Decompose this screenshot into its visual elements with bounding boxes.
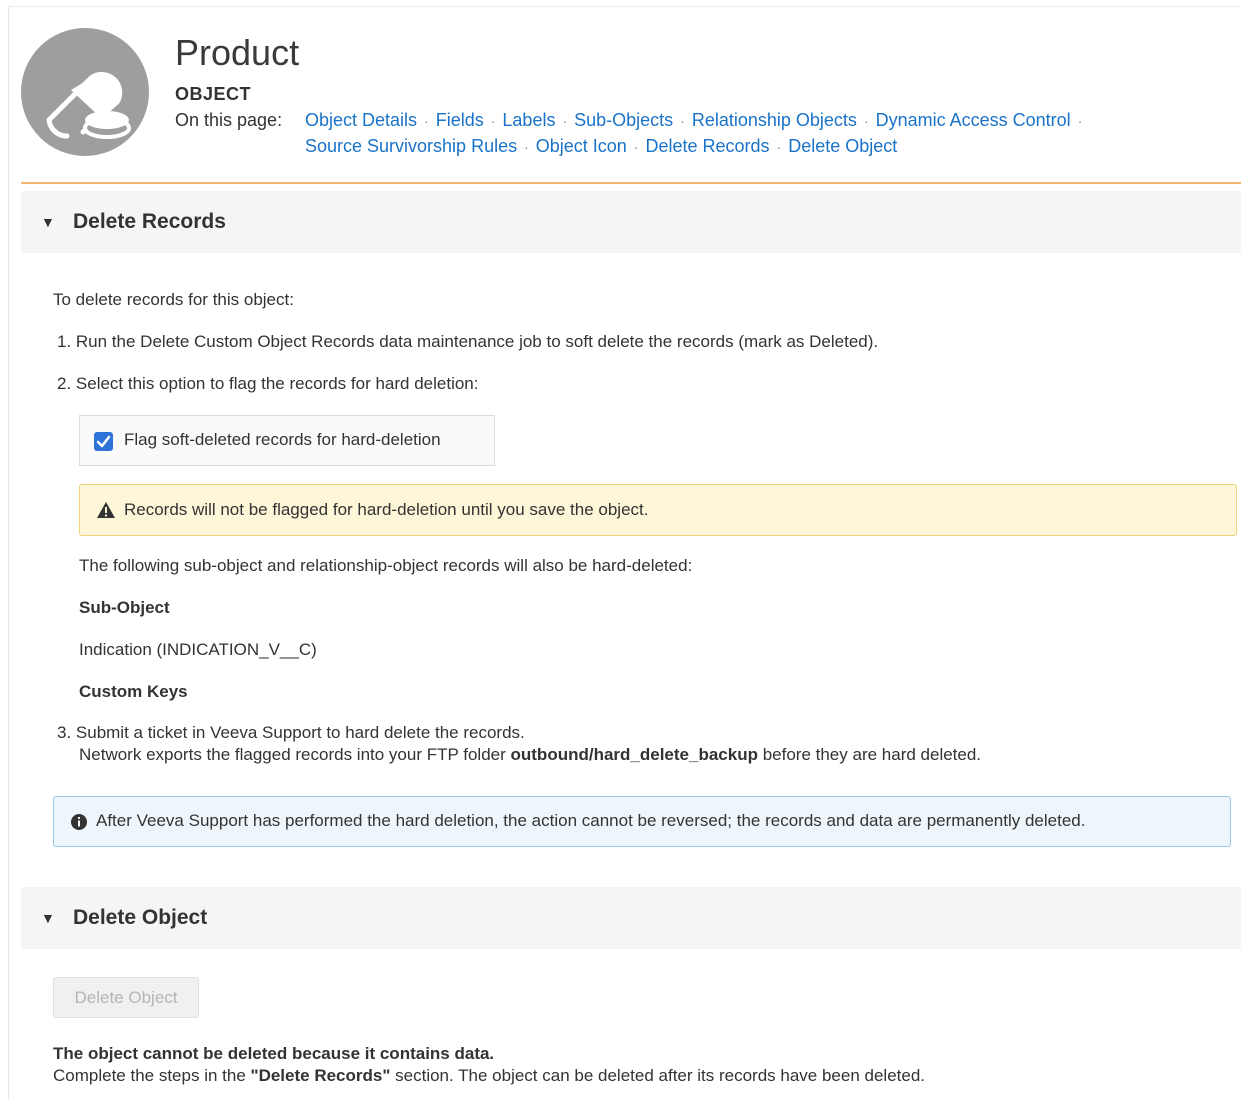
link-separator: · [1077,113,1083,129]
warning-icon [97,502,115,518]
step-3-detail-post: before they are hard deleted. [757,745,982,764]
section-title: Delete Object [73,906,208,929]
delete-error-message-pre: Complete the steps in the [53,1066,251,1085]
delete-object-section-header[interactable]: ▼ Delete Object [21,887,1241,949]
flag-hard-delete-checkbox[interactable] [94,432,113,451]
checkbox-label: Flag soft-deleted records for hard-delet… [124,430,441,449]
step-3-detail-pre: Network exports the flagged records into… [79,745,511,764]
link-separator: · [680,113,685,129]
link-separator: · [562,113,568,129]
info-icon [71,814,87,830]
subobject-heading: Sub-Object [79,598,170,617]
delete-records-section-header[interactable]: ▼ Delete Records [21,191,1241,253]
link-separator: · [490,113,496,129]
on-this-page-label: On this page: [175,110,283,130]
intro-text: To delete records for this object: [53,290,294,309]
warning-text: Records will not be flagged for hard-del… [124,500,649,519]
page-title: Product [175,32,300,73]
delete-records-reference: "Delete Records" [250,1066,391,1085]
link-labels[interactable]: Labels [502,110,555,130]
delete-error-title: The object cannot be deleted because it … [53,1044,495,1063]
link-dynamic-access-control[interactable]: Dynamic Access Control [876,110,1071,130]
subobject-value: Indication (INDICATION_V__C) [79,640,317,659]
delete-object-button[interactable]: Delete Object [53,977,199,1018]
link-object-icon[interactable]: Object Icon [536,136,627,156]
on-this-page-links: Object Details · Fields · Labels · Sub-Objects… [305,108,1185,160]
link-separator: · [863,113,869,129]
warning-alert: Records will not be flagged for hard-del… [79,484,1237,536]
triangle-down-icon: ▼ [41,214,55,230]
link-separator: · [776,139,782,155]
triangle-down-icon: ▼ [41,910,55,926]
link-object-details[interactable]: Object Details [305,110,417,130]
custom-keys-heading: Custom Keys [79,682,188,701]
link-separator: · [424,113,429,129]
link-separator: · [633,139,639,155]
delete-error-message-post: section. The object can be deleted after… [390,1066,926,1085]
pill-icon [21,28,149,156]
ftp-folder-name: outbound/hard_delete_backup [510,745,758,764]
link-fields[interactable]: Fields [436,110,484,130]
hard-delete-option: Flag soft-deleted records for hard-delet… [79,415,495,466]
info-text: After Veeva Support has performed the ha… [96,811,1086,830]
section-title: Delete Records [73,210,226,233]
step-3: 3. Submit a ticket in Veeva Support to h… [57,723,525,742]
step-2: 2. Select this option to flag the record… [57,374,479,393]
following-text: The following sub-object and relationshi… [79,556,693,575]
info-alert: After Veeva Support has performed the ha… [53,796,1231,847]
link-sub-objects[interactable]: Sub-Objects [574,110,673,130]
step-1: 1. Run the Delete Custom Object Records … [57,332,879,351]
link-separator: · [524,139,529,155]
link-delete-object[interactable]: Delete Object [788,136,897,156]
link-delete-records[interactable]: Delete Records [645,136,769,156]
link-source-survivorship-rules[interactable]: Source Survivorship Rules [305,136,517,156]
checkmark-icon [96,435,111,448]
object-type-label: OBJECT [175,84,252,104]
delete-error-message: Complete the steps in the "Delete Record… [53,1066,925,1086]
header-divider [21,182,1241,184]
link-relationship-objects[interactable]: Relationship Objects [692,110,857,130]
step-3-detail: Network exports the flagged records into… [79,745,981,765]
